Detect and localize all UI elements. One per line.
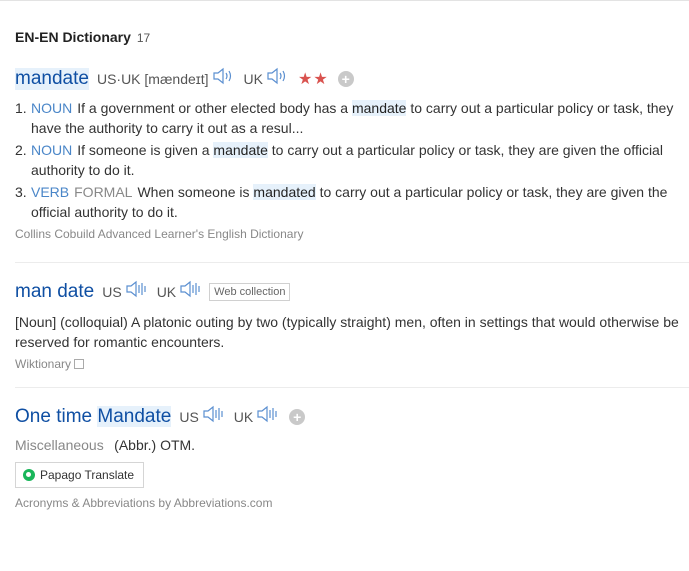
speaker-icon[interactable] [266,66,290,91]
part-of-speech: VERB [31,184,70,200]
def-keyword: mandated [253,184,316,200]
top-divider [0,0,689,1]
us-label: US [179,408,199,425]
source-name: Wiktionary [15,357,72,371]
result-count: 17 [136,31,151,45]
uk-label: UK [243,70,263,87]
misc-value: (Abbr.) OTM. [114,437,196,453]
speaker-icon[interactable] [256,404,280,429]
section-title-text: EN-EN Dictionary [15,29,131,45]
def-text-pre: If a government or other elected body ha… [77,100,352,116]
misc-label: Miscellaneous [15,437,104,453]
headword-link[interactable]: mandate [15,67,89,90]
source-label: Wiktionary [15,357,689,371]
section-title: EN-EN Dictionary 17 [15,29,150,45]
web-collection-badge: Web collection [209,282,291,301]
definition-item: 1. NOUN If a government or other elected … [15,98,689,138]
def-number: 2. [15,142,27,158]
definition-list: 1. NOUN If a government or other elected … [15,98,689,222]
source-label: Acronyms & Abbreviations by Abbreviation… [15,496,273,510]
definition-text: [Noun] (colloquial) A platonic outing by… [15,314,679,350]
def-text-pre: If someone is given a [77,142,214,158]
pronunciation: US·UK [mændeɪt] [96,70,209,87]
part-of-speech: NOUN [31,142,73,158]
papago-translate-label: Papago Translate [40,468,135,482]
plus-circle-icon[interactable]: + [337,70,354,87]
entry-header: mandate US·UK [mændeɪt] UK ★★ + [15,66,689,91]
plus-circle-icon[interactable]: + [289,408,306,425]
entry-header: man date US UK Web collection [15,279,689,304]
definition-item: 3. VERB FORMAL When someone is mandated to… [15,182,689,222]
speaker-icon[interactable] [125,279,149,304]
entry-one-time-mandate: One time Mandate US UK + Miscellaneous (… [15,404,689,455]
headword-link[interactable]: man date [15,281,94,303]
def-number: 3. [15,184,27,200]
part-of-speech: NOUN [31,100,73,116]
def-keyword: mandate [351,100,407,116]
frequency-stars: ★★ [297,70,329,88]
def-keyword: mandate [213,142,268,158]
headword-pre: One time [15,405,98,427]
entry-divider [15,387,689,388]
headword-link[interactable]: One time Mandate [15,405,172,428]
speaker-icon[interactable] [179,279,203,304]
entry-man-date: man date US UK Web collection [Noun] (co… [15,279,689,372]
entry-divider [15,262,689,263]
papago-translate-button[interactable]: Papago Translate [15,462,145,488]
entry-header: One time Mandate US UK + [15,404,689,429]
headword-highlight: Mandate [97,405,172,427]
register-label: FORMAL [74,184,133,200]
def-number: 1. [15,100,27,116]
misc-row: Miscellaneous (Abbr.) OTM. [15,437,689,455]
papago-logo-icon [23,469,35,481]
speaker-icon[interactable] [212,66,236,91]
def-text-pre: When someone is [137,184,254,200]
us-label: US [102,283,122,300]
uk-label: UK [233,408,254,425]
entry-mandate: mandate US·UK [mændeɪt] UK ★★ + 1. NOUN I… [15,66,689,241]
source-label: Collins Cobuild Advanced Learner's Engli… [15,227,304,241]
definition-item: 2. NOUN If someone is given a mandate to … [15,140,689,180]
copy-icon[interactable] [74,359,85,369]
uk-label: UK [156,283,177,300]
speaker-icon[interactable] [202,404,226,429]
